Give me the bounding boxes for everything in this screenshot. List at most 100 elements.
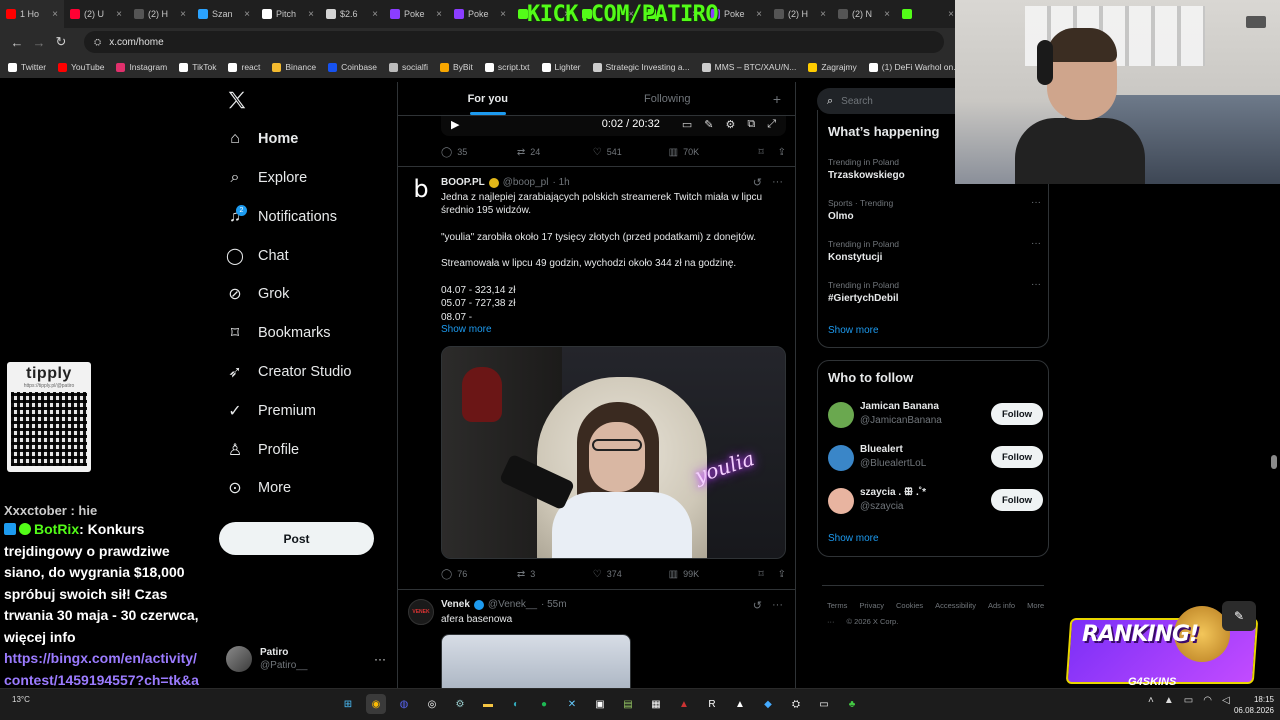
browser-tab[interactable]: Szan × bbox=[192, 0, 256, 28]
bookmark-item[interactable]: Instagram bbox=[116, 62, 167, 72]
browser-tab[interactable]: × bbox=[896, 0, 960, 28]
bookmark-item[interactable]: socialfi bbox=[389, 62, 428, 72]
nav-item-profile[interactable]: ♙ Profile bbox=[226, 435, 299, 465]
discord-icon[interactable]: ◍ bbox=[394, 694, 414, 714]
show-more-follow[interactable]: Show more bbox=[828, 533, 879, 544]
nav-item-premium[interactable]: ✓ Premium bbox=[226, 396, 316, 426]
browser-tab[interactable]: Poke × bbox=[448, 0, 512, 28]
edge-icon[interactable]: ◐ bbox=[506, 694, 526, 714]
steam-icon[interactable]: ⚙ bbox=[450, 694, 470, 714]
avatar[interactable] bbox=[828, 402, 854, 428]
views-button[interactable]: ▥ 99K bbox=[669, 569, 745, 580]
tab-close-icon[interactable]: × bbox=[820, 9, 826, 20]
start-icon[interactable]: ⊞ bbox=[338, 694, 358, 714]
bookmark-item[interactable]: script.txt bbox=[484, 62, 530, 72]
avatar[interactable] bbox=[828, 488, 854, 514]
x-logo-icon[interactable] bbox=[226, 89, 248, 111]
nav-item-home[interactable]: ⌂ Home bbox=[226, 124, 298, 154]
bookmark-item[interactable]: YouTube bbox=[58, 62, 104, 72]
bookmark-item[interactable]: Coinbase bbox=[328, 62, 377, 72]
bookmark-button[interactable]: ⌑ bbox=[759, 147, 764, 158]
bookmark-item[interactable]: TikTok bbox=[179, 62, 216, 72]
taskbar-clock[interactable]: 18:15 06.08.2026 bbox=[1224, 694, 1274, 716]
bookmark-item[interactable]: Zagrajmy bbox=[808, 62, 857, 72]
add-feed-icon[interactable]: + bbox=[757, 82, 795, 115]
reply-button[interactable]: ◯ 35 bbox=[441, 147, 517, 158]
bookmark-item[interactable]: ByBit bbox=[440, 62, 473, 72]
tweet-more-icon[interactable]: ··· bbox=[772, 599, 783, 612]
tab-close-icon[interactable]: × bbox=[52, 9, 58, 20]
tweet-author-handle[interactable]: @Venek__ bbox=[488, 599, 537, 610]
tweet-more-icon[interactable]: ··· bbox=[772, 176, 783, 189]
repost-button[interactable]: ⇄ 3 bbox=[517, 569, 593, 580]
show-more-link[interactable]: Show more bbox=[441, 324, 492, 335]
spotify-icon[interactable]: ● bbox=[534, 694, 554, 714]
tab-close-icon[interactable]: × bbox=[756, 9, 762, 20]
tab-close-icon[interactable]: × bbox=[244, 9, 250, 20]
browser-tab[interactable]: Poke × bbox=[384, 0, 448, 28]
bookmark-item[interactable]: (1) DeFi Warhol on... bbox=[868, 62, 960, 72]
nav-item-bookmarks[interactable]: ⌑ Bookmarks bbox=[226, 318, 331, 348]
follow-button[interactable]: Follow bbox=[991, 403, 1043, 425]
scrollbar-thumb[interactable] bbox=[1271, 455, 1277, 469]
tweet-author-handle[interactable]: @boop_pl bbox=[503, 177, 549, 188]
browser-tab[interactable]: (2) N × bbox=[832, 0, 896, 28]
browser-tab[interactable]: $2.6 × bbox=[320, 0, 384, 28]
tweet-author-name[interactable]: Venek bbox=[441, 599, 470, 610]
bookmark-item[interactable]: MMS – BTC/XAU/N... bbox=[701, 62, 796, 72]
folder-icon[interactable]: ▬ bbox=[478, 694, 498, 714]
app-icon[interactable]: ▦ bbox=[646, 694, 666, 714]
trend-more-icon[interactable]: ··· bbox=[1031, 197, 1041, 208]
follow-suggestion[interactable]: szaycia . ꕥ .˚* @szaycia Follow bbox=[828, 486, 1043, 516]
wifi-icon[interactable]: ◠ bbox=[1203, 695, 1212, 706]
suggestion-name[interactable]: Jamican Banana bbox=[860, 401, 939, 412]
fullscreen-icon[interactable]: ⤢ bbox=[767, 118, 776, 131]
mute-icon[interactable]: ✎ bbox=[704, 118, 713, 131]
follow-suggestion[interactable]: Jamican Banana @JamicanBanana Follow bbox=[828, 400, 1043, 430]
trend-item[interactable]: Trending in Poland Konstytucji ··· bbox=[828, 238, 1043, 265]
footer-link[interactable]: Cookies bbox=[896, 601, 923, 610]
trend-more-icon[interactable]: ··· bbox=[1031, 238, 1041, 249]
tab-close-icon[interactable]: × bbox=[116, 9, 122, 20]
app-icon[interactable]: ▲ bbox=[674, 694, 694, 714]
riot-icon[interactable]: R bbox=[702, 694, 722, 714]
site-info-icon[interactable]: ⛭ bbox=[94, 37, 101, 48]
suggestion-name[interactable]: Bluealert bbox=[860, 444, 903, 455]
follow-button[interactable]: Follow bbox=[991, 446, 1043, 468]
footer-link[interactable]: Privacy bbox=[859, 601, 884, 610]
suggestion-handle[interactable]: @BluealertLoL bbox=[860, 458, 926, 469]
x-app-icon[interactable]: ✕ bbox=[562, 694, 582, 714]
app-icon[interactable]: ⛭ bbox=[786, 694, 806, 714]
grok-floating-icon[interactable]: ✎ bbox=[1222, 601, 1256, 631]
avatar[interactable]: b bbox=[408, 175, 434, 203]
tab-close-icon[interactable]: × bbox=[948, 9, 954, 20]
bookmark-item[interactable]: Binance bbox=[272, 62, 316, 72]
app-icon[interactable]: ♣ bbox=[842, 694, 862, 714]
nav-item-more[interactable]: ⊙ More bbox=[226, 473, 291, 503]
captions-icon[interactable]: ▭ bbox=[682, 118, 692, 131]
app-icon[interactable]: ◆ bbox=[758, 694, 778, 714]
settings-icon[interactable]: ⚙ bbox=[725, 118, 735, 131]
trend-item[interactable]: Trending in Poland #GiertychDebil ··· bbox=[828, 279, 1043, 306]
browser-tab[interactable]: (2) H × bbox=[768, 0, 832, 28]
tab-close-icon[interactable]: × bbox=[436, 9, 442, 20]
tab-close-icon[interactable]: × bbox=[372, 9, 378, 20]
bookmark-button[interactable]: ⌑ bbox=[759, 569, 764, 580]
trend-item[interactable]: Sports · Trending Olmo ··· bbox=[828, 197, 1043, 224]
weather-widget[interactable]: 13°C bbox=[12, 695, 30, 704]
bookmark-item[interactable]: Twitter bbox=[8, 62, 46, 72]
avatar[interactable]: VENEK bbox=[408, 599, 434, 625]
pip-icon[interactable]: ⧉ bbox=[747, 118, 755, 131]
game-icon[interactable]: ▤ bbox=[618, 694, 638, 714]
post-button[interactable]: Post bbox=[219, 522, 374, 555]
bookmark-item[interactable]: Lighter bbox=[541, 62, 581, 72]
footer-link[interactable]: Terms bbox=[827, 601, 847, 610]
play-icon[interactable]: ▶ bbox=[451, 118, 459, 131]
browser-tab[interactable]: 1 Ho × bbox=[0, 0, 64, 28]
tweet-timestamp[interactable]: · 55m bbox=[541, 599, 567, 610]
trend-more-icon[interactable]: ··· bbox=[1031, 279, 1041, 290]
footer-link[interactable]: Ads info bbox=[988, 601, 1015, 610]
footer-link[interactable]: Accessibility bbox=[935, 601, 976, 610]
tweet-image[interactable] bbox=[441, 634, 631, 694]
grok-icon[interactable]: ↺ bbox=[753, 176, 762, 189]
